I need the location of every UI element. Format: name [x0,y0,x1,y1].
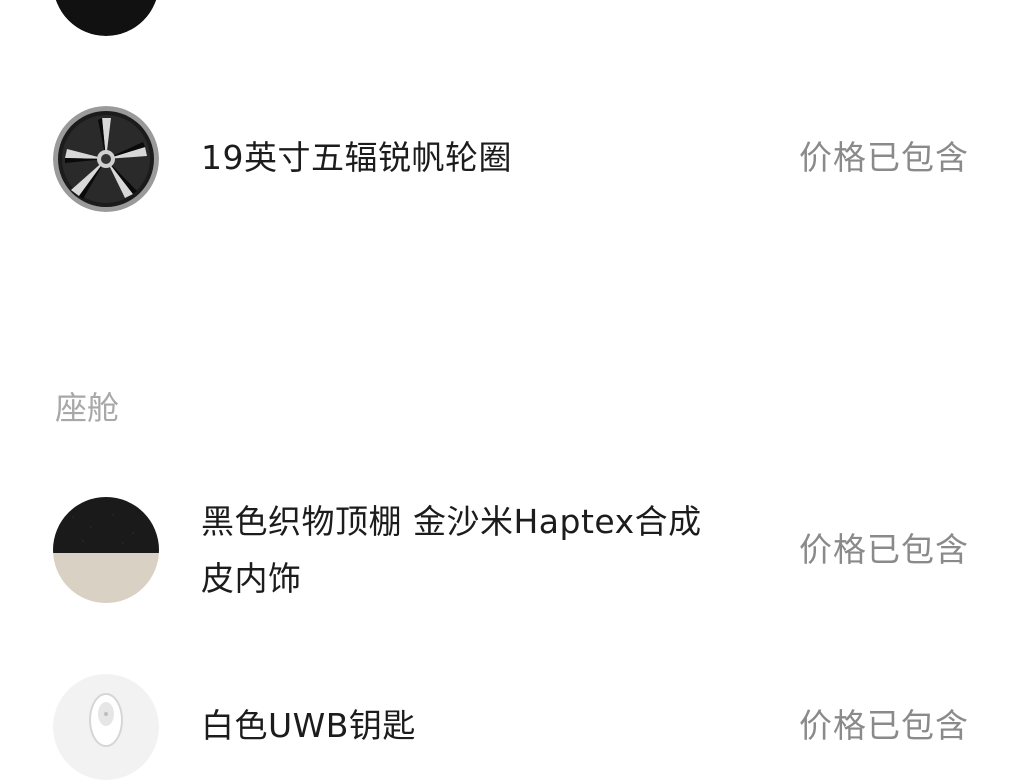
uwb-key-option-price: 价格已包含 [799,706,969,745]
interior-thumbnail [53,497,159,603]
wheel-rim-icon [53,106,159,212]
cabin-section-label: 座舱 [55,389,120,427]
exterior-color-swatch [53,0,159,36]
uwb-key-option-title: 白色UWB钥匙 [201,706,416,745]
wheel-rim-thumbnail [53,106,159,212]
wheel-option-title: 19英寸五辐锐帆轮圈 [201,138,512,177]
interior-option-title-line2: 皮内饰 [201,559,302,598]
uwb-key-thumbnail [53,674,159,780]
interior-option-price: 价格已包含 [799,530,969,569]
uwb-key-icon [53,674,159,780]
color-swatch-icon [55,0,157,36]
interior-swatch-icon [53,497,159,603]
interior-option-title-line1: 黑色织物顶棚 金沙米Haptex合成 [201,502,702,541]
wheel-option-price: 价格已包含 [799,138,969,177]
